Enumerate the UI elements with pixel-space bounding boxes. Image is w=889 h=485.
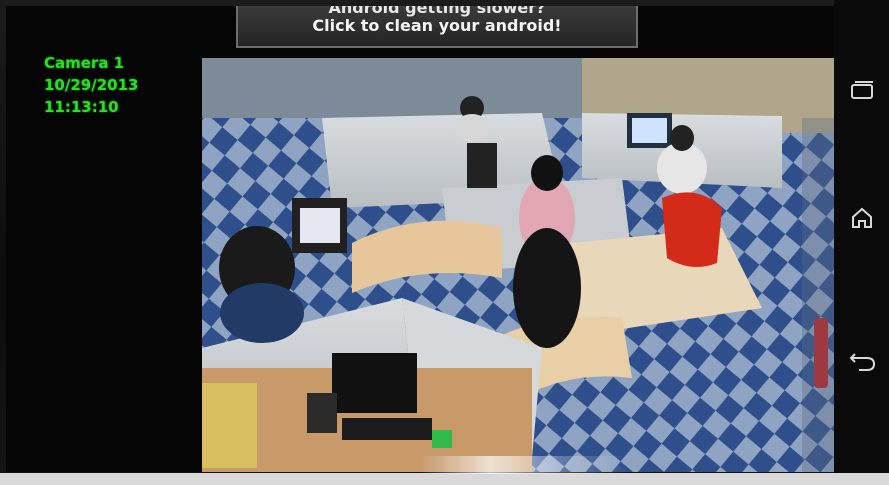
camera-name: Camera 1	[44, 54, 125, 72]
screen-glare	[420, 456, 630, 474]
back-icon[interactable]	[844, 342, 880, 378]
home-icon[interactable]	[844, 200, 880, 236]
office-scene-image	[202, 58, 838, 472]
camera-date: 10/29/2013	[44, 76, 139, 94]
camera-info-overlay: Camera 1 10/29/2013 11:13:10	[44, 52, 138, 118]
ad-subtitle: Click to clean your android!	[312, 16, 562, 35]
camera-time: 11:13:10	[44, 98, 119, 116]
app-screen: Camera 1 10/29/2013 11:13:10 Android get…	[6, 6, 848, 472]
ad-title: Android getting slower?	[328, 6, 546, 17]
phone-device: Camera 1 10/29/2013 11:13:10 Android get…	[0, 0, 889, 485]
system-nav-bar	[834, 0, 889, 473]
ad-banner[interactable]: Android getting slower? Click to clean y…	[236, 6, 638, 48]
recent-apps-icon[interactable]	[844, 72, 880, 108]
camera-feed[interactable]	[202, 58, 838, 472]
